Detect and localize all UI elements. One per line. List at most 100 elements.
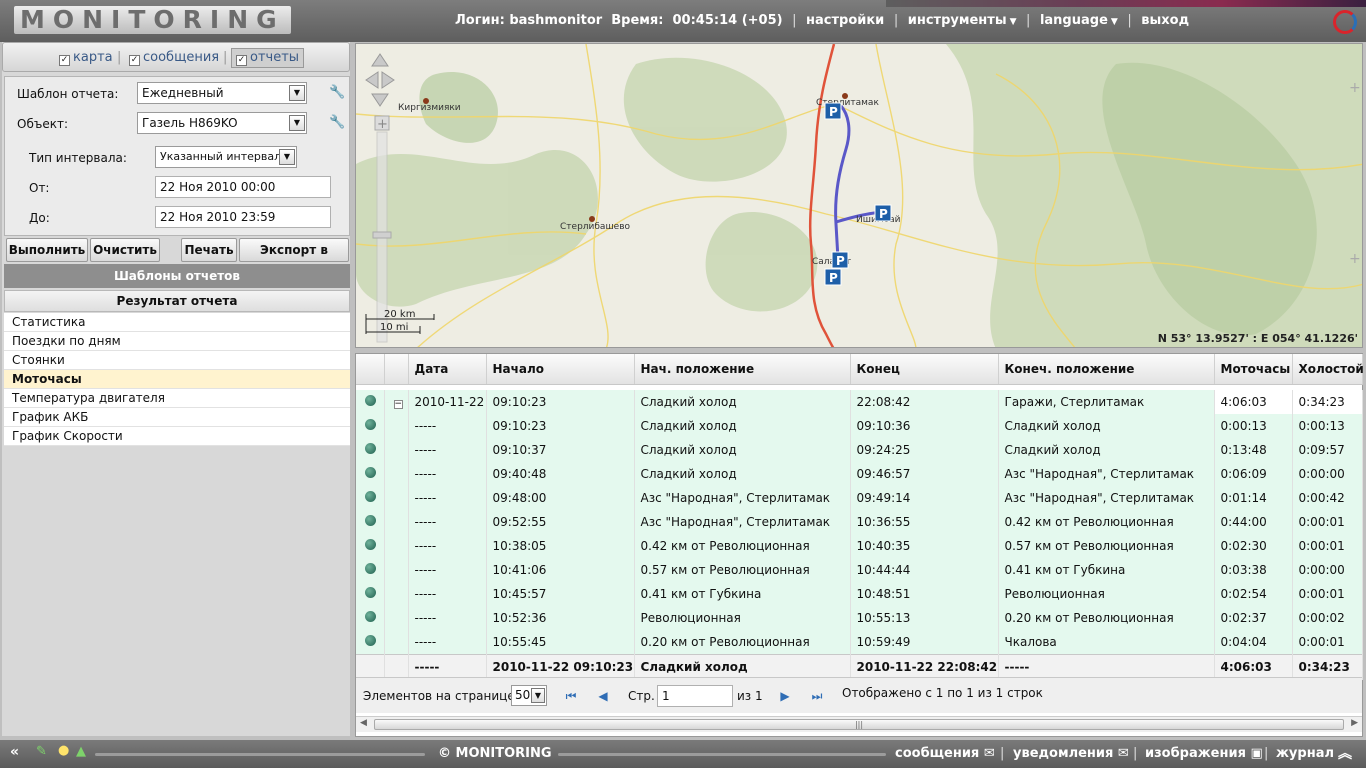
scroll-right-icon[interactable]: ▶ [1351,718,1358,728]
report-table: Дата Начало Нач. положение Конец Конеч. … [356,354,1364,680]
status-cell [356,390,385,414]
bulb-icon[interactable]: ● [58,743,69,758]
per-page-select[interactable]: 50 ▼ [511,685,547,706]
footer-journal-link[interactable]: журнал [1276,746,1334,761]
dropdown-arrow-icon[interactable]: ▼ [279,149,295,165]
column-header[interactable]: Нач. положение [634,354,851,385]
cell-end: 10:36:55 [850,510,999,534]
expand-up-icon[interactable]: ︽ [1338,743,1352,763]
column-header[interactable]: Конеч. положение [998,354,1215,385]
scrollbar-thumb[interactable]: ||| [374,719,1344,730]
expand-cell [384,486,409,510]
cell-end-pos: Чкалова [998,630,1215,654]
cell-end-pos: Гаражи, Стерлитамак [998,390,1215,414]
table-row[interactable]: ----- 10:52:36 Революционная 10:55:13 0.20 к… [356,606,1363,630]
wrench-icon[interactable]: 🔧 [329,85,345,100]
cell-start-pos: 0.42 км от Революционная [634,534,851,558]
cell-hours: 0:02:54 [1214,582,1293,606]
column-header[interactable]: Дата [408,354,487,385]
table-row[interactable]: ----- 09:40:48 Сладкий холод 09:46:57 Азс "Н… [356,462,1363,486]
table-row[interactable]: ----- 10:55:45 0.20 км от Революционная 10:… [356,630,1363,654]
status-cell [356,582,385,606]
dropdown-arrow-icon[interactable]: ▼ [289,85,305,101]
cell-start: 10:45:57 [486,582,635,606]
result-item[interactable]: График АКБ [4,408,350,427]
interval-select[interactable]: Указанный интервал ▼ [155,146,297,168]
cell-hours: 0:00:13 [1214,414,1293,438]
footer-notifications-link[interactable]: уведомления ✉ [1013,746,1129,761]
dropdown-arrow-icon[interactable]: ▼ [289,115,305,131]
wrench-icon[interactable]: 🔧 [329,115,345,130]
language-menu[interactable]: language ▼ [1040,13,1118,28]
table-row[interactable]: ----- 10:41:06 0.57 км от Революционная 10:… [356,558,1363,582]
checkbox-icon[interactable]: ✓ [129,55,140,66]
cell-idle: 0:00:42 [1292,486,1363,510]
last-page-icon[interactable]: ⏭ [808,687,826,705]
template-select[interactable]: Ежедневный ▼ [137,82,307,104]
result-item[interactable]: Статистика [4,313,350,332]
collapse-icon[interactable]: − [393,400,403,409]
result-item[interactable]: Поездки по дням [4,332,350,351]
table-row[interactable]: ----- 09:52:55 Азс "Народная", Стерлитамак… [356,510,1363,534]
status-dot-icon [365,634,376,646]
prev-page-icon[interactable]: ◀ [594,687,612,705]
cell-start: 10:55:45 [486,630,635,654]
tools-menu[interactable]: инструменты ▼ [908,13,1017,28]
table-row[interactable]: ----- 09:10:37 Сладкий холод 09:24:25 Сладки… [356,438,1363,462]
per-page-value: 50 [515,688,531,702]
cell-start: 09:48:00 [486,486,635,510]
toggle-map[interactable]: ✓ карта [59,50,113,66]
from-input[interactable]: 22 Ноя 2010 00:00 [155,176,331,198]
column-header[interactable]: Конец [850,354,999,385]
toggle-reports[interactable]: ✓ отчеты [231,48,305,68]
header-links: Логин: bashmonitor Время: 00:45:14 (+05)… [455,13,1189,28]
bottom-bar: « ✎ ● ▲ © MONITORING сообщения ✉ | уведо… [0,740,1366,768]
table-row[interactable]: ----- 10:38:05 0.42 км от Революционная 10:… [356,534,1363,558]
result-item[interactable]: Температура двигателя [4,389,350,408]
column-header[interactable]: Холостой [1292,354,1364,385]
page-input[interactable]: 1 [657,685,733,707]
to-input[interactable]: 22 Ноя 2010 23:59 [155,206,331,228]
interval-value: Указанный интервал [160,150,282,163]
table-row[interactable]: ----- 09:10:23 Сладкий холод 09:10:36 Сладки… [356,414,1363,438]
clear-button[interactable]: Очистить [90,238,160,262]
result-item[interactable]: Моточасы [4,370,350,389]
cell-date: ----- [408,606,487,630]
checkbox-icon[interactable]: ✓ [236,55,247,66]
footer-images-link[interactable]: изображения ▣ [1145,746,1263,761]
export-button[interactable]: Экспорт в файл [239,238,349,279]
table-row[interactable]: ----- 09:48:00 Азс "Народная", Стерлитамак… [356,486,1363,510]
status-dot-icon [365,611,376,622]
first-page-icon[interactable]: ⏮ [562,687,580,705]
execute-button[interactable]: Выполнить [6,238,88,262]
pencil-icon[interactable]: ✎ [36,744,47,759]
footer-notifications-label: уведомления [1013,746,1114,761]
logout-link[interactable]: выход [1141,13,1189,28]
map-view[interactable]: Стерлитамак Киргизмияки Стерлибашево Иши… [355,43,1363,348]
time-value: 00:45:14 (+05) [672,13,783,28]
collapse-left-icon[interactable]: « [10,744,19,760]
cell-end-pos: 0.41 км от Губкина [998,558,1215,582]
table-row[interactable]: −2010-11-22 09:10:23 Сладкий холод 22:08:42… [356,390,1363,414]
expand-cell[interactable]: − [384,390,409,414]
column-header[interactable]: Моточасы [1214,354,1293,385]
result-item[interactable]: График Скорости [4,427,350,446]
horizontal-scrollbar[interactable]: ◀ ||| ▶ [356,716,1362,732]
scroll-left-icon[interactable]: ◀ [360,718,367,728]
caret-down-icon: ▼ [1110,17,1118,27]
footer-messages-link[interactable]: сообщения ✉ [895,746,995,761]
column-header[interactable]: Начало [486,354,635,385]
templates-header[interactable]: Шаблоны отчетов [4,264,350,288]
table-row[interactable]: ----- 10:45:57 0.41 км от Губкина 10:48:51 Р… [356,582,1363,606]
toggle-messages[interactable]: ✓ сообщения [129,50,219,66]
checkbox-icon[interactable]: ✓ [59,55,70,66]
object-select[interactable]: Газель H869KO ▼ [137,112,307,134]
dropdown-arrow-icon[interactable]: ▼ [531,688,545,703]
tool-icon[interactable]: ▲ [76,744,86,759]
settings-link[interactable]: настройки [806,13,884,28]
print-button[interactable]: Печать [181,238,237,262]
map-canvas[interactable]: Стерлитамак Киргизмияки Стерлибашево Иши… [356,44,1363,348]
next-page-icon[interactable]: ▶ [776,687,794,705]
cell-end-pos: Азс "Народная", Стерлитамак [998,462,1215,486]
result-item[interactable]: Стоянки [4,351,350,370]
